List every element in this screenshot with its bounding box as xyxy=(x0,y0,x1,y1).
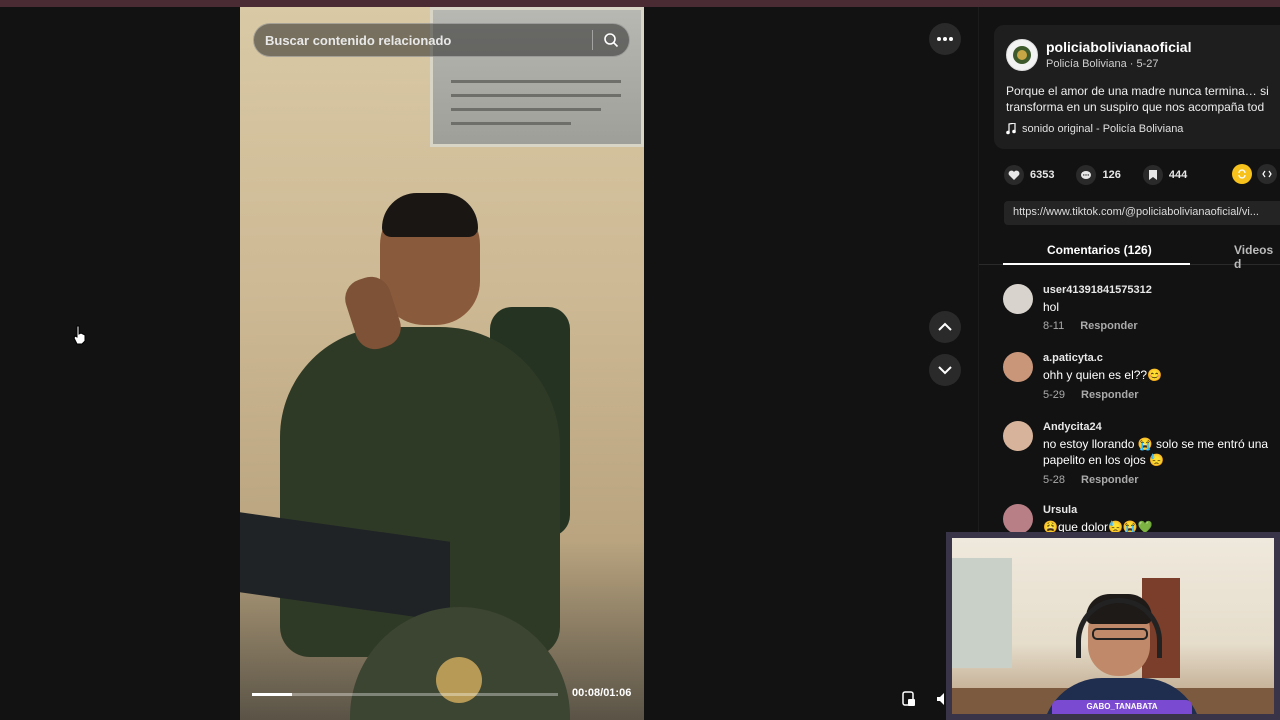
commenter-avatar[interactable] xyxy=(1003,284,1033,314)
webcam-overlay: GABO_TANABATA xyxy=(946,532,1280,720)
embed-button[interactable] xyxy=(1257,164,1277,184)
commenter-avatar[interactable] xyxy=(1003,421,1033,451)
webcam-feed: GABO_TANABATA xyxy=(952,538,1274,714)
comment-line: papelito en los ojos 😓 xyxy=(1043,453,1165,467)
reply-button[interactable]: Responder xyxy=(1081,474,1138,486)
post-date: 5-27 xyxy=(1136,58,1159,70)
comment-text: hol xyxy=(1043,300,1060,314)
next-video-button[interactable] xyxy=(929,354,961,386)
commenter-avatar[interactable] xyxy=(1003,504,1033,534)
comment-item: user41391841575312 hol 8-11 Responder xyxy=(1003,284,1280,344)
time-display: 00:08/01:06 xyxy=(572,687,632,699)
comment-text: ohh y quien es el??😊 xyxy=(1043,368,1163,382)
comment-line: no estoy llorando 😭 solo se me entró una xyxy=(1043,437,1269,451)
comment-item: Andycita24 no estoy llorando 😭 solo se m… xyxy=(1003,421,1280,493)
commenter-username[interactable]: user41391841575312 xyxy=(1043,284,1152,296)
author-display-name: Policía Boliviana xyxy=(1046,58,1127,70)
tab-creator-videos[interactable]: Videos d xyxy=(1234,243,1280,271)
engagement-bar: 6353 126 444 xyxy=(1004,164,1209,186)
author-avatar[interactable] xyxy=(1006,39,1038,71)
search-icon xyxy=(604,33,619,48)
tab-comments[interactable]: Comentarios (126) xyxy=(1047,243,1152,257)
active-tab-indicator xyxy=(1003,263,1190,265)
comment-meta: 5-28 Responder xyxy=(1043,474,1139,486)
music-link[interactable]: sonido original - Policía Boliviana xyxy=(1006,123,1183,135)
music-note-icon xyxy=(1006,123,1016,135)
comment-date: 5-28 xyxy=(1043,474,1066,486)
comment-count: 126 xyxy=(1102,169,1121,181)
reply-button[interactable]: Responder xyxy=(1080,320,1137,332)
tab-bar: Comentarios (126) Videos d xyxy=(979,237,1280,271)
comment-text: no estoy llorando 😭 solo se me entró una… xyxy=(1043,436,1280,468)
copy-link-field[interactable]: https://www.tiktok.com/@policiaboliviana… xyxy=(1004,201,1280,225)
commenter-username[interactable]: Ursula xyxy=(1043,504,1077,516)
code-icon xyxy=(1262,170,1272,178)
progress-fill xyxy=(252,693,292,696)
description-line: transforma en un suspiro que nos acompañ… xyxy=(1006,100,1265,114)
police-emblem-icon xyxy=(1013,46,1031,64)
like-button[interactable]: 6353 xyxy=(1004,165,1054,185)
search-button[interactable] xyxy=(593,23,629,57)
commenter-username[interactable]: Andycita24 xyxy=(1043,421,1102,433)
top-strip xyxy=(0,0,1280,7)
comment-date: 8-11 xyxy=(1043,320,1065,332)
save-button[interactable]: 444 xyxy=(1142,165,1188,185)
like-count: 6353 xyxy=(1030,169,1055,181)
repost-icon xyxy=(1238,169,1246,179)
description-card: policiabolivianaoficial Policía Bolivian… xyxy=(994,25,1280,149)
bookmark-icon xyxy=(1148,170,1157,180)
more-icon xyxy=(937,37,953,41)
pip-icon xyxy=(902,691,915,706)
video-stage: 00:08/01:06 xyxy=(0,7,978,720)
comment-meta: 8-11 Responder xyxy=(1043,320,1138,332)
picture-in-picture-button[interactable] xyxy=(896,686,922,712)
chevron-down-icon xyxy=(938,366,952,375)
commenter-username[interactable]: a.paticyta.c xyxy=(1043,352,1103,364)
author-subline: Policía Boliviana · 5-27 xyxy=(1046,58,1159,70)
comment-meta: 5-29 Responder xyxy=(1043,389,1139,401)
mouse-cursor xyxy=(73,325,87,350)
heart-icon xyxy=(1008,170,1020,180)
video-player[interactable]: 00:08/01:06 xyxy=(240,7,644,720)
comment-button[interactable]: 126 xyxy=(1076,165,1121,185)
post-description: Porque el amor de una madre nunca termin… xyxy=(1006,83,1280,115)
streamer-name-label: GABO_TANABATA xyxy=(1052,700,1192,714)
save-count: 444 xyxy=(1168,169,1188,181)
comment-icon xyxy=(1081,170,1092,179)
commenter-avatar[interactable] xyxy=(1003,352,1033,382)
chevron-up-icon xyxy=(938,322,952,331)
progress-bar[interactable] xyxy=(252,693,558,696)
comment-date: 5-29 xyxy=(1043,389,1066,401)
share-button[interactable] xyxy=(1232,164,1252,184)
comment-item: a.paticyta.c ohh y quien es el??😊 5-29 Re… xyxy=(1003,352,1280,412)
description-line: Porque el amor de una madre nunca termin… xyxy=(1006,84,1269,98)
hand-cursor-icon xyxy=(73,325,86,345)
previous-video-button[interactable] xyxy=(929,311,961,343)
reply-button[interactable]: Responder xyxy=(1081,389,1138,401)
more-options-button[interactable] xyxy=(929,23,961,55)
author-username[interactable]: policiabolivianaoficial xyxy=(1046,39,1191,55)
music-title: sonido original - Policía Boliviana xyxy=(1022,123,1184,135)
search-input[interactable] xyxy=(254,32,592,48)
search-bar[interactable] xyxy=(253,23,630,57)
